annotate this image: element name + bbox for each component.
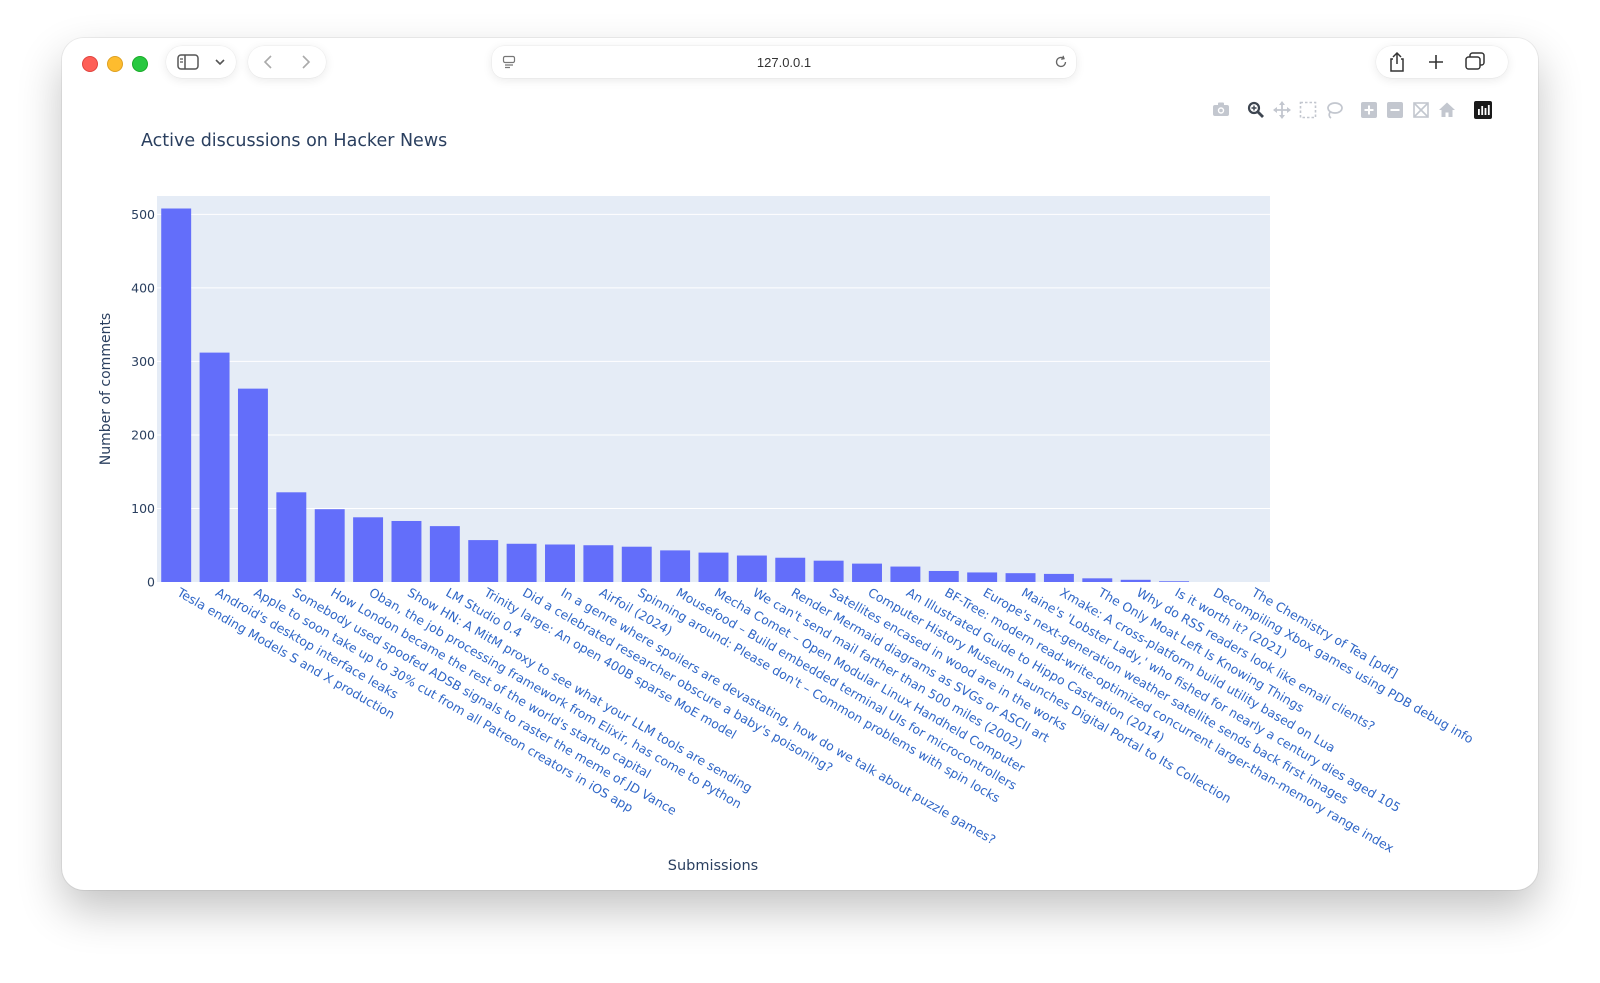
y-tick-label: 100 bbox=[131, 501, 155, 516]
chart-title: Active discussions on Hacker News bbox=[141, 131, 447, 151]
bar[interactable] bbox=[1159, 581, 1190, 582]
y-tick-labels: 0 100 200 300 400 500 bbox=[131, 207, 155, 590]
bar[interactable] bbox=[276, 492, 307, 582]
browser-window: 127.0.0.1 Active discussions on Hacker N… bbox=[62, 38, 1538, 890]
bar[interactable] bbox=[468, 540, 499, 582]
bar[interactable] bbox=[391, 520, 422, 582]
x-axis-title: Submissions bbox=[668, 858, 759, 874]
bar[interactable] bbox=[813, 560, 844, 582]
y-tick-label: 0 bbox=[147, 575, 155, 590]
bar[interactable] bbox=[890, 566, 921, 582]
bar[interactable] bbox=[928, 570, 959, 582]
bar-chart: Active discussions on Hacker News 0 100 20… bbox=[98, 131, 1476, 874]
bar[interactable] bbox=[967, 572, 998, 582]
category-labels: Tesla ending Models S and X productionAn… bbox=[174, 584, 1476, 855]
y-tick-label: 300 bbox=[131, 354, 155, 369]
y-tick-label: 500 bbox=[131, 207, 155, 222]
bar[interactable] bbox=[583, 545, 614, 582]
bar[interactable] bbox=[353, 517, 384, 582]
bar[interactable] bbox=[660, 550, 691, 582]
y-tick-label: 200 bbox=[131, 427, 155, 442]
bar[interactable] bbox=[621, 546, 652, 582]
bar[interactable] bbox=[545, 544, 575, 582]
bar[interactable] bbox=[161, 208, 192, 582]
bar[interactable] bbox=[1043, 573, 1074, 582]
bar[interactable] bbox=[1120, 579, 1151, 582]
bar[interactable] bbox=[852, 563, 882, 582]
bar[interactable] bbox=[1005, 573, 1036, 582]
bar[interactable] bbox=[698, 552, 729, 582]
bar[interactable] bbox=[1082, 578, 1113, 582]
bar[interactable] bbox=[429, 526, 460, 582]
bar[interactable] bbox=[506, 543, 537, 582]
y-axis-title: Number of comments bbox=[98, 313, 114, 465]
bar[interactable] bbox=[199, 352, 230, 582]
y-tick-label: 400 bbox=[131, 280, 155, 295]
bar[interactable] bbox=[237, 388, 268, 582]
bar[interactable] bbox=[314, 509, 345, 582]
bar[interactable] bbox=[736, 555, 767, 582]
bar[interactable] bbox=[775, 557, 806, 582]
